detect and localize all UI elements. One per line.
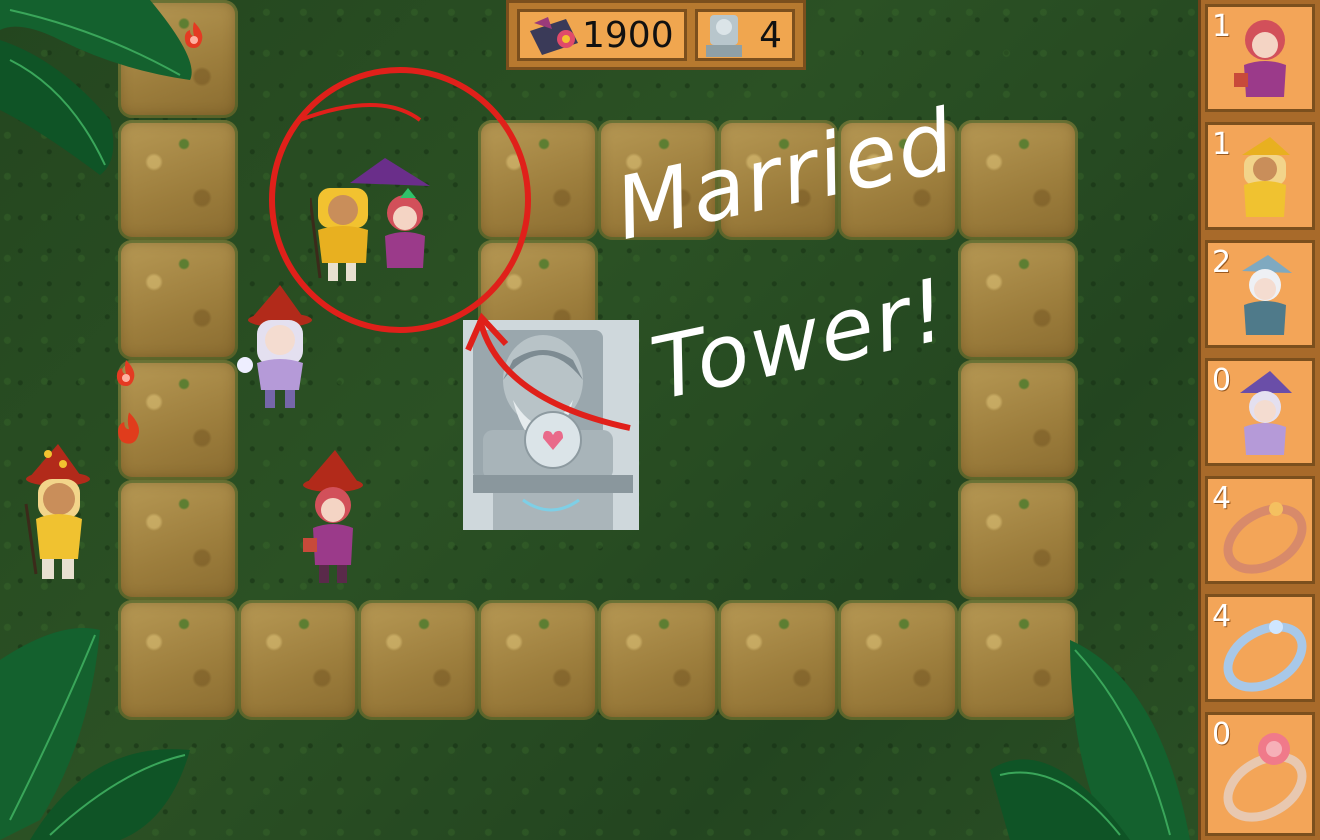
- leaf-top-left: [0, 0, 192, 175]
- shop-card-gold-ring[interactable]: 4: [1205, 476, 1315, 584]
- gold-ring-icon: [1223, 502, 1307, 574]
- blonde-mage-enemy: [24, 444, 90, 579]
- purple-witch-icon: [1240, 371, 1292, 455]
- leaf-bottom-left: [0, 628, 190, 840]
- path-tile: [838, 600, 958, 720]
- card-count: 0: [1212, 363, 1232, 398]
- resource-hud: 1900 4: [506, 0, 806, 70]
- path-tile: [958, 240, 1078, 360]
- pink-mage-enemy: [303, 450, 363, 583]
- ore-cart-icon: [530, 17, 578, 55]
- fire-icon: [118, 412, 139, 444]
- shop-card-purple-witch[interactable]: 0: [1205, 358, 1315, 466]
- unit-shop-panel: 1 1 2 0 4 4 0: [1198, 0, 1320, 840]
- statue-icon: [705, 15, 742, 57]
- path-tile: [358, 600, 478, 720]
- rose-ring-icon: [1223, 733, 1307, 822]
- fire-icon: [116, 360, 135, 386]
- silver-ring-icon: [1223, 620, 1307, 692]
- shop-card-blonde-mage[interactable]: 1: [1205, 122, 1315, 230]
- shop-card-silver-ring[interactable]: 4: [1205, 594, 1315, 702]
- blonde-mage-icon: [1242, 137, 1290, 217]
- leaf-bottom-right: [990, 640, 1190, 840]
- pink-hair-mage-icon: [1234, 20, 1286, 97]
- tower-value: 4: [759, 14, 782, 56]
- annotation-line-2: Tower!: [643, 259, 958, 420]
- path-tile: [958, 480, 1078, 600]
- path-tile: [118, 240, 238, 360]
- path-tile: [958, 360, 1078, 480]
- path-tile: [958, 120, 1078, 240]
- tower-counter: 4: [694, 9, 795, 61]
- shop-card-pink-mage[interactable]: 1: [1205, 4, 1315, 112]
- card-count: 1: [1212, 9, 1232, 44]
- card-count: 1: [1212, 127, 1232, 162]
- shop-card-rose-ring[interactable]: 0: [1205, 712, 1315, 836]
- gold-value: 1900: [582, 14, 674, 56]
- game-field[interactable]: Married Tower! 1900 4 1 1 2 0 4 4 0: [0, 0, 1320, 840]
- path-tile: [478, 600, 598, 720]
- card-count: 2: [1212, 245, 1232, 280]
- white-hair-mage-icon: [1242, 255, 1292, 335]
- path-tile: [718, 600, 838, 720]
- path-tile: [118, 480, 238, 600]
- gold-counter: 1900: [517, 9, 687, 61]
- shop-card-white-mage[interactable]: 2: [1205, 240, 1315, 348]
- path-tile: [238, 600, 358, 720]
- red-circle-annotation: [269, 67, 631, 431]
- fire-icon: [184, 22, 203, 48]
- path-tile: [598, 600, 718, 720]
